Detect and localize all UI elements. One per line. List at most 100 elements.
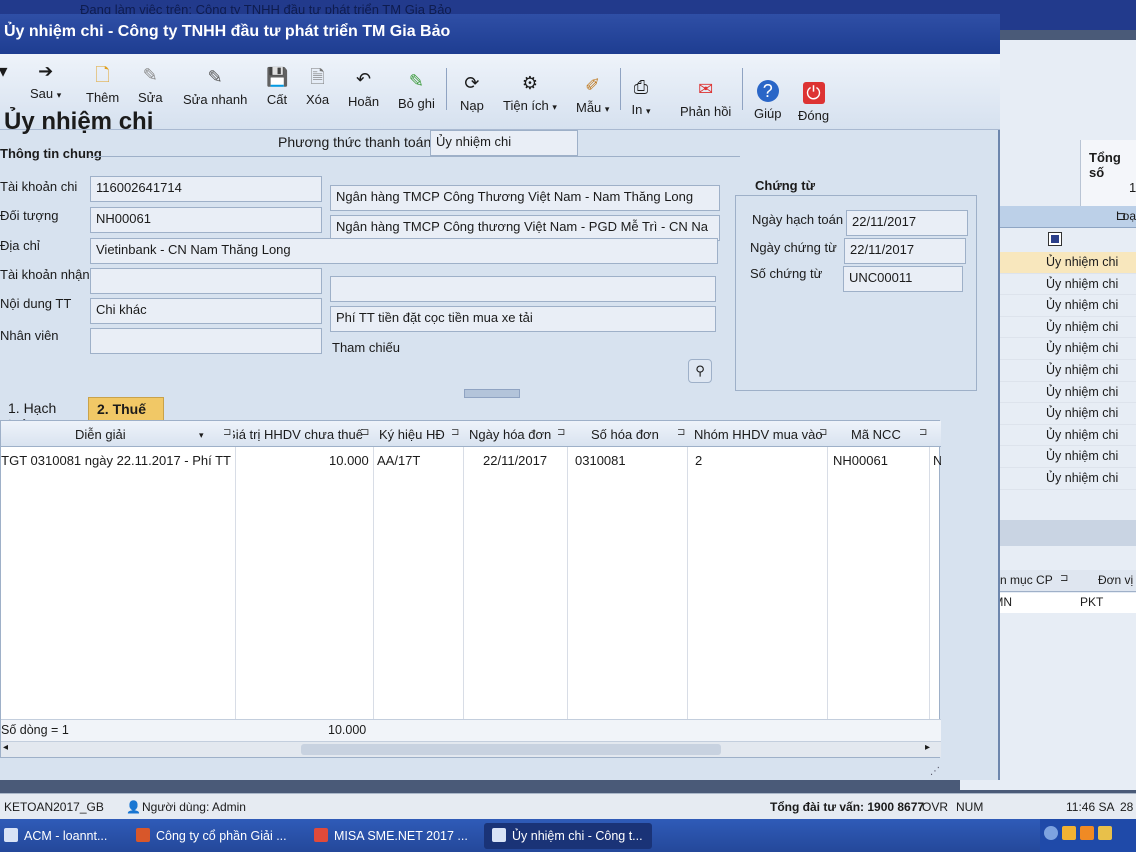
desc-cell[interactable]: Thuế GTGT 0310081 ngày 22.11.2017 - Phí …: [1, 453, 231, 468]
goods-group-cell[interactable]: 2: [695, 453, 702, 468]
select-all-checkbox[interactable]: [1048, 232, 1062, 246]
save-button[interactable]: 💾 Cất: [266, 66, 288, 107]
delete-label: Xóa: [306, 92, 330, 107]
arrow-right-icon: ➔: [38, 61, 54, 81]
pin-icon[interactable]: ⊐: [1060, 573, 1068, 584]
chevron-down-icon: ▾: [604, 104, 610, 114]
pin-icon[interactable]: ⊐: [361, 427, 369, 438]
scroll-left-icon[interactable]: ◂: [3, 742, 8, 753]
tab-tax[interactable]: 2. Thuế: [88, 397, 164, 421]
scroll-right-icon[interactable]: ▸: [925, 742, 930, 753]
voucher-date-field[interactable]: 22/11/2017: [844, 238, 966, 264]
unpost-button[interactable]: ✎ Bỏ ghi: [398, 70, 435, 111]
list-item[interactable]: Ủy nhiệm chi: [990, 295, 1136, 317]
quick-edit-label: Sửa nhanh: [183, 92, 248, 107]
next-label: Sau: [30, 86, 54, 101]
pin-icon[interactable]: ⊐: [451, 427, 459, 438]
content-field[interactable]: Chi khác: [90, 298, 322, 324]
load-button[interactable]: ⟳ Nạp: [460, 72, 484, 113]
bank-pay-field[interactable]: Ngân hàng TMCP Công Thương Việt Nam - Na…: [330, 185, 720, 211]
invoice-date-cell[interactable]: 22/11/2017: [483, 453, 547, 468]
status-time: 11:46 SA: [1066, 800, 1115, 814]
misa-icon: [314, 828, 328, 842]
list-item[interactable]: Ủy nhiệm chi: [990, 382, 1136, 404]
voucher-no-field[interactable]: UNC00011: [843, 266, 963, 292]
quick-edit-button[interactable]: ✎ Sửa nhanh: [183, 66, 247, 107]
next-button[interactable]: ➔ Sau ▾: [30, 60, 61, 101]
col-invoice-no[interactable]: Số hóa đơn: [591, 427, 659, 442]
col-symbol[interactable]: Ký hiệu HĐ: [379, 427, 445, 442]
print-button[interactable]: ⎙ In ▾: [630, 76, 652, 117]
value-total: 10.000: [328, 723, 367, 737]
tray-app-icon[interactable]: [1062, 826, 1076, 840]
payment-method-select[interactable]: Ủy nhiệm chi: [430, 130, 578, 156]
list-item[interactable]: Ủy nhiệm chi: [990, 317, 1136, 339]
posting-date-field[interactable]: 22/11/2017: [846, 210, 968, 236]
account-receive-label: Tài khoản nhận: [0, 267, 90, 282]
template-button[interactable]: ✐ Mẫu ▾: [576, 74, 609, 115]
pin-icon[interactable]: ⊐: [677, 427, 685, 438]
taskbar-item[interactable]: MISA SME.NET 2017 ...: [306, 823, 476, 849]
splitter-handle[interactable]: [464, 389, 520, 398]
value-cell[interactable]: 10.000: [329, 453, 369, 468]
edit-button[interactable]: ✎ Sửa: [138, 64, 163, 105]
feedback-button[interactable]: ✉ Phản hồi: [680, 78, 731, 119]
account-receive-bank-field[interactable]: [330, 276, 716, 302]
list-item[interactable]: Ủy nhiệm chi: [990, 425, 1136, 447]
content-detail-field[interactable]: Phí TT tiền đặt cọc tiền mua xe tải: [330, 306, 716, 332]
utilities-button[interactable]: ⚙ Tiện ích ▾: [503, 72, 557, 113]
refresh-icon: ⟳: [464, 73, 480, 93]
taskbar-item-active[interactable]: Ủy nhiệm chi - Công t...: [484, 823, 652, 849]
pin-icon[interactable]: ⊐: [819, 427, 827, 438]
supplier-code-cell[interactable]: NH00061: [833, 453, 888, 468]
list-item[interactable]: Ủy nhiệm chi: [990, 446, 1136, 468]
num-indicator: NUM: [956, 800, 984, 814]
prev-button[interactable]: ▾: [0, 60, 14, 86]
pin-icon[interactable]: ⊐: [919, 427, 927, 438]
invoice-no-cell[interactable]: 0310081: [575, 453, 626, 468]
object-field[interactable]: NH00061: [90, 207, 322, 233]
taskbar: ACM - loannt... Công ty cổ phần Giải ...…: [0, 819, 1136, 852]
account-receive-field[interactable]: [90, 268, 322, 294]
reference-label: Tham chiếu: [332, 340, 400, 355]
unit-header[interactable]: Đơn vị: [1098, 573, 1133, 587]
list-item[interactable]: Ủy nhiệm chi: [990, 360, 1136, 382]
pin-icon[interactable]: ⊐: [557, 427, 565, 438]
horizontal-scrollbar[interactable]: ◂ ▸: [1, 741, 941, 757]
col-invoice-date[interactable]: Ngày hóa đơn: [469, 427, 551, 442]
scroll-thumb[interactable]: [301, 744, 721, 755]
general-section-title: Thông tin chung: [0, 146, 102, 161]
list-column-header[interactable]: ⊐ Loại: [990, 206, 1136, 228]
delete-button[interactable]: 🗎 Xóa: [306, 66, 329, 107]
window-titlebar[interactable]: Ủy nhiệm chi - Công ty TNHH đầu tư phát …: [0, 14, 1000, 54]
supplier-name-cell[interactable]: Ngân: [933, 453, 941, 468]
tray-shield-icon[interactable]: [1098, 826, 1112, 840]
close-button[interactable]: ⏻ Đóng: [798, 82, 829, 123]
undo-button[interactable]: ↶ Hoãn: [348, 68, 379, 109]
taskbar-item[interactable]: Công ty cổ phần Giải ...: [128, 823, 298, 849]
col-supplier-code[interactable]: Mã NCC: [851, 427, 901, 442]
list-item[interactable]: Ủy nhiệm chi: [990, 252, 1136, 274]
address-field[interactable]: Vietinbank - CN Nam Thăng Long: [90, 238, 718, 264]
list-item[interactable]: Ủy nhiệm chi: [990, 274, 1136, 296]
account-pay-field[interactable]: 116002641714: [90, 176, 322, 202]
symbol-cell[interactable]: AA/17T: [377, 453, 420, 468]
resize-grip-icon[interactable]: ⋰: [930, 766, 940, 777]
chevron-down-icon[interactable]: ▾: [199, 430, 204, 441]
user-icon: 👤: [126, 800, 141, 814]
pin-icon[interactable]: ⊐: [223, 427, 231, 438]
list-item[interactable]: Ủy nhiệm chi: [990, 338, 1136, 360]
help-button[interactable]: ? Giúp: [754, 80, 781, 121]
list-item[interactable]: Ủy nhiệm chi: [990, 403, 1136, 425]
col-goods-group[interactable]: Nhóm HHDV mua vào: [694, 427, 823, 442]
taskbar-item[interactable]: ACM - loannt...: [0, 823, 116, 849]
col-value[interactable]: Giá trị HHDV chưa thuế: [233, 427, 363, 442]
tray-app-icon[interactable]: [1080, 826, 1094, 840]
list-item[interactable]: Ủy nhiệm chi: [990, 468, 1136, 490]
reference-search-icon[interactable]: ⚲: [688, 359, 712, 383]
staff-field[interactable]: [90, 328, 322, 354]
tray-arrow-icon[interactable]: [1044, 826, 1058, 840]
add-button[interactable]: 🗋 Thêm: [86, 64, 119, 105]
col-description[interactable]: Diễn giải: [75, 427, 126, 442]
tab-accounting[interactable]: 1. Hạch toán: [0, 397, 86, 432]
